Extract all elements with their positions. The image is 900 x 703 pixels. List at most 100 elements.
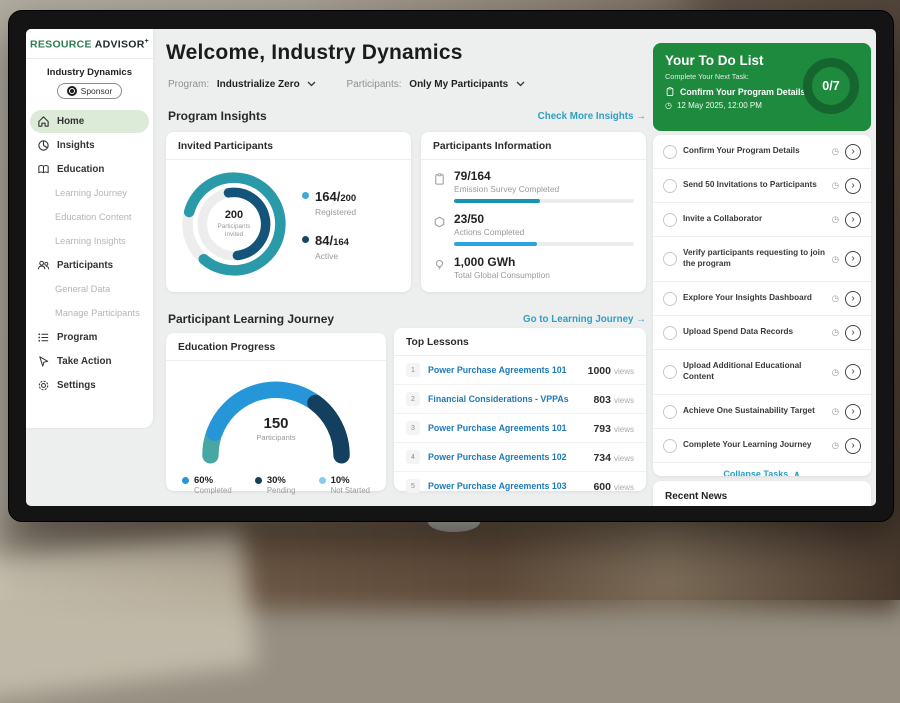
task-checkbox[interactable] xyxy=(663,252,677,266)
education-gauge-chart: 150 Participants xyxy=(188,371,364,467)
participants-filter-value: Only My Participants xyxy=(409,79,508,90)
task-checkbox[interactable] xyxy=(663,439,677,453)
sidebar-item-label: Learning Journey xyxy=(55,188,127,198)
settings-icon xyxy=(37,379,50,392)
task-row[interactable]: Upload Spend Data Records ◷ › xyxy=(653,316,871,350)
clock-icon: ◷ xyxy=(665,101,672,110)
participants-filter[interactable]: Participants: Only My Participants xyxy=(346,79,525,90)
program-icon xyxy=(37,331,50,344)
sidebar-nav: Home Insights Education Learning Journey… xyxy=(26,110,153,397)
sidebar-item-program[interactable]: Program xyxy=(30,326,149,349)
task-open-button[interactable]: › xyxy=(845,212,861,228)
program-filter[interactable]: Program: Industrialize Zero xyxy=(168,79,316,90)
task-checkbox[interactable] xyxy=(663,292,677,306)
todo-summary-card: Your To Do List Complete Your Next Task:… xyxy=(653,43,871,131)
legend-not-started: 10%Not Started xyxy=(319,475,370,495)
sidebar-item-participants[interactable]: Participants xyxy=(30,254,149,277)
recent-news-card: Recent News xyxy=(653,481,871,506)
home-icon xyxy=(37,115,50,128)
legend-registered: 164/200 Registered xyxy=(302,188,356,217)
sidebar-item-learning-journey[interactable]: Learning Journey xyxy=(30,182,149,205)
go-to-learning-journey-link[interactable]: Go to Learning Journey → xyxy=(523,314,646,325)
task-checkbox[interactable] xyxy=(663,365,677,379)
participants-information-card: Participants Information 79/164 Emission… xyxy=(421,132,646,292)
task-checkbox[interactable] xyxy=(663,213,677,227)
card-title: Invited Participants xyxy=(166,132,411,160)
sidebar-item-insights[interactable]: Insights xyxy=(30,134,149,157)
metric-emission-survey: 79/164 Emission Survey Completed xyxy=(421,160,646,203)
logo-resource: RESOURCE xyxy=(30,39,92,51)
lesson-link[interactable]: Power Purchase Agreements 103 xyxy=(428,481,585,491)
task-open-button[interactable]: › xyxy=(845,291,861,307)
legend-dot xyxy=(182,477,189,484)
sidebar-item-label: Take Action xyxy=(57,356,111,367)
legend-dot xyxy=(302,192,309,199)
sidebar-item-education-content[interactable]: Education Content xyxy=(30,206,149,229)
task-checkbox[interactable] xyxy=(663,145,677,159)
sidebar-item-general-data[interactable]: General Data xyxy=(30,278,149,301)
emission-progress-bar xyxy=(454,199,634,203)
clock-icon: ◷ xyxy=(832,327,839,338)
sponsor-badge[interactable]: Sponsor xyxy=(57,83,123,99)
rank-badge: 4 xyxy=(406,450,420,464)
lesson-link[interactable]: Financial Considerations - VPPAs xyxy=(428,394,585,404)
arrow-right-icon: → xyxy=(636,111,646,122)
clock-icon: ◷ xyxy=(832,180,839,191)
task-open-button[interactable]: › xyxy=(845,325,861,341)
clock-icon: ◷ xyxy=(832,440,839,451)
sidebar-item-manage-participants[interactable]: Manage Participants xyxy=(30,302,149,325)
task-row[interactable]: Verify participants requesting to join t… xyxy=(653,237,871,282)
legend-dot xyxy=(319,477,326,484)
clipboard-icon xyxy=(665,86,675,97)
logo-advisor: ADVISOR xyxy=(95,39,145,51)
task-checkbox[interactable] xyxy=(663,405,677,419)
task-checkbox[interactable] xyxy=(663,326,677,340)
legend-active: 84/164 Active xyxy=(302,232,356,261)
task-checkbox[interactable] xyxy=(663,179,677,193)
task-row[interactable]: Confirm Your Program Details ◷ › xyxy=(653,135,871,169)
task-open-button[interactable]: › xyxy=(845,178,861,194)
sponsor-label: Sponsor xyxy=(81,86,113,96)
task-row[interactable]: Explore Your Insights Dashboard ◷ › xyxy=(653,282,871,316)
sidebar-item-label: Education xyxy=(57,164,104,175)
sidebar-item-label: Education Content xyxy=(55,212,132,222)
sidebar-item-settings[interactable]: Settings xyxy=(30,374,149,397)
clock-icon: ◷ xyxy=(832,146,839,157)
sidebar-item-take-action[interactable]: Take Action xyxy=(30,350,149,373)
lesson-link[interactable]: Power Purchase Agreements 101 xyxy=(428,365,580,375)
task-row[interactable]: Complete Your Learning Journey ◷ › xyxy=(653,429,871,463)
metric-actions: 23/50 Actions Completed xyxy=(421,203,646,246)
lesson-link[interactable]: Power Purchase Agreements 102 xyxy=(428,452,585,462)
card-title: Education Progress xyxy=(166,333,386,361)
donut-center-label: Participants Invited xyxy=(210,223,258,239)
sidebar-item-label: General Data xyxy=(55,284,110,294)
program-insights-header: Program Insights Check More Insights → xyxy=(168,109,646,123)
task-row[interactable]: Send 50 Invitations to Participants ◷ › xyxy=(653,169,871,203)
education-progress-card: Education Progress 150 Participants 60%C… xyxy=(166,333,386,491)
sidebar-item-learning-insights[interactable]: Learning Insights xyxy=(30,230,149,253)
task-open-button[interactable]: › xyxy=(845,404,861,420)
legend-dot xyxy=(302,236,309,243)
task-open-button[interactable]: › xyxy=(845,251,861,267)
actions-icon xyxy=(433,215,446,229)
background-light-wedge xyxy=(0,527,257,703)
task-open-button[interactable]: › xyxy=(845,438,861,454)
collapse-tasks-link[interactable]: Collapse Tasks ∧ xyxy=(653,463,871,476)
rank-badge: 1 xyxy=(406,363,420,377)
clock-icon: ◷ xyxy=(832,214,839,225)
task-row[interactable]: Invite a Collaborator ◷ › xyxy=(653,203,871,237)
gauge-legend: 60%Completed 30%Pending 10%Not Started xyxy=(166,467,386,495)
arrow-right-icon: → xyxy=(636,314,646,325)
metric-consumption: 1,000 GWh Total Global Consumption xyxy=(421,246,646,280)
sidebar-item-label: Participants xyxy=(57,260,113,271)
lesson-link[interactable]: Power Purchase Agreements 101 xyxy=(428,423,585,433)
sidebar-item-education[interactable]: Education xyxy=(30,158,149,181)
task-open-button[interactable]: › xyxy=(845,364,861,380)
task-open-button[interactable]: › xyxy=(845,144,861,160)
task-row[interactable]: Achieve One Sustainability Target ◷ › xyxy=(653,395,871,429)
check-more-insights-link[interactable]: Check More Insights → xyxy=(538,111,646,122)
lesson-row: 3 Power Purchase Agreements 101 793views xyxy=(394,414,646,443)
task-row[interactable]: Upload Additional Educational Content ◷ … xyxy=(653,350,871,395)
clock-icon: ◷ xyxy=(832,293,839,304)
sidebar-item-home[interactable]: Home xyxy=(30,110,149,133)
